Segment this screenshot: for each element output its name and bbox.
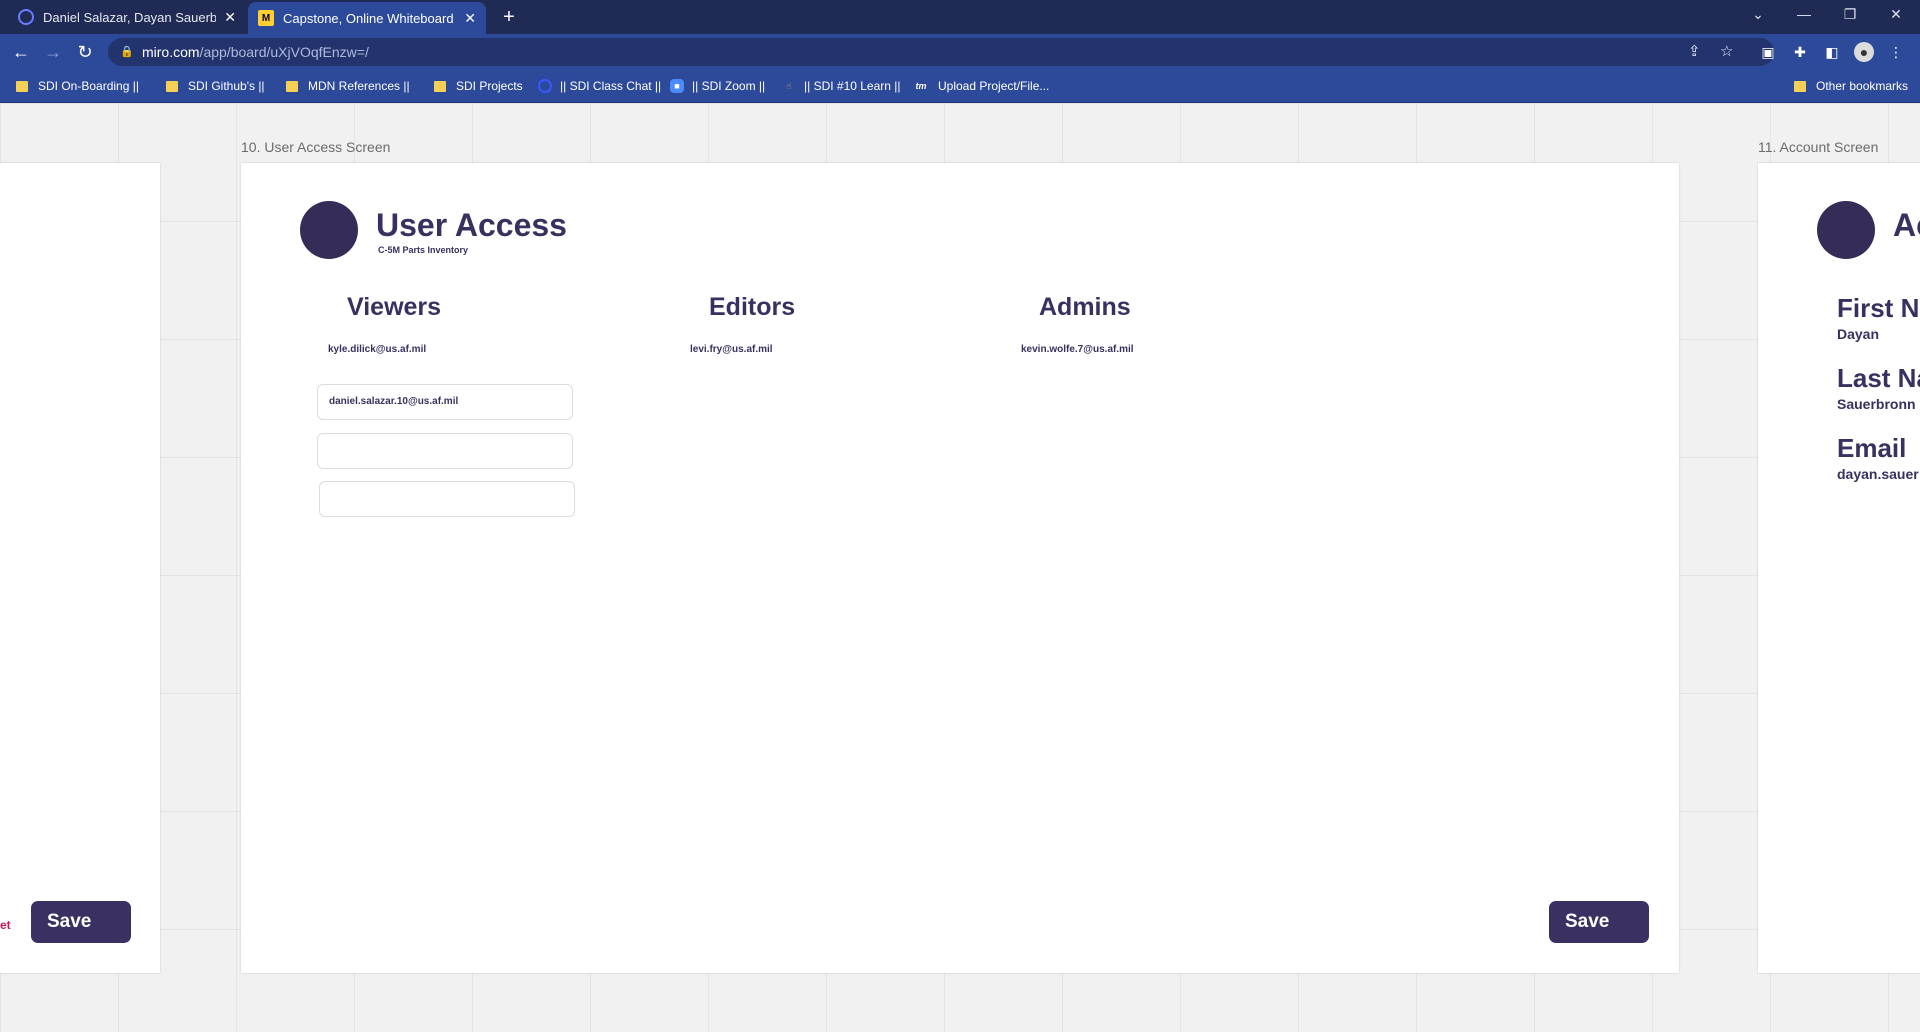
bookmark-item[interactable]: MDN References || <box>286 70 410 102</box>
bookmark-star-icon[interactable]: ☆ <box>1720 38 1733 66</box>
save-button[interactable]: Save <box>31 901 131 943</box>
bookmark-label: SDI Github's || <box>188 79 265 93</box>
url-path: /app/board/uXjVOqfEnzw=/ <box>199 44 369 60</box>
folder-icon <box>286 80 298 92</box>
browser-tab-bar: Daniel Salazar, Dayan Sauerbronn ✕ M Cap… <box>0 0 1920 34</box>
minimize-icon[interactable]: — <box>1784 0 1824 28</box>
last-name-value: Sauerbronn <box>1837 396 1916 412</box>
share-icon[interactable]: ⇪ <box>1688 38 1701 66</box>
back-icon[interactable]: ← <box>8 40 34 64</box>
bookmark-label: || SDI Zoom || <box>692 79 766 93</box>
reload-icon[interactable]: ↻ <box>72 40 98 64</box>
extension-icon[interactable]: ▣ <box>1758 42 1778 62</box>
bookmark-item[interactable]: || SDI Class Chat || <box>538 70 661 102</box>
forward-icon[interactable]: → <box>40 40 66 64</box>
bookmark-item[interactable]: SDI Github's || <box>166 70 265 102</box>
tab-title: Capstone, Online Whiteboard for <box>283 10 457 26</box>
page-subtitle: C-5M Parts Inventory <box>378 245 469 255</box>
viewer-email-input[interactable] <box>317 433 573 469</box>
editors-heading: Editors <box>709 293 796 321</box>
editor-email[interactable]: levi.fry@us.af.mil <box>690 344 773 355</box>
new-tab-button[interactable]: + <box>498 4 520 30</box>
save-button[interactable]: Save <box>1549 901 1649 943</box>
browser-tab[interactable]: Daniel Salazar, Dayan Sauerbronn ✕ <box>8 0 246 34</box>
zoom-icon: ■ <box>670 79 684 93</box>
puzzle-extensions-icon[interactable]: ✚ <box>1790 42 1810 62</box>
last-name-label: Last Na <box>1837 363 1920 393</box>
folder-icon <box>16 80 28 92</box>
logo-avatar <box>1817 201 1875 259</box>
folder-icon <box>434 80 446 92</box>
bookmark-label: Upload Project/File... <box>938 79 1050 93</box>
lock-icon: 🔒 <box>120 46 134 58</box>
bookmark-item[interactable]: SDI On-Boarding || <box>16 70 139 102</box>
folder-icon <box>166 80 178 92</box>
frame-title[interactable]: 10. User Access Screen <box>241 139 390 155</box>
bookmark-item[interactable]: SDI Projects <box>434 70 523 102</box>
bookmark-label: || SDI #10 Learn || <box>804 79 901 93</box>
tab-search-icon[interactable]: ⌄ <box>1738 0 1778 28</box>
first-name-label: First Na <box>1837 293 1920 323</box>
bookmark-label: MDN References || <box>308 79 410 93</box>
viewers-heading: Viewers <box>347 293 442 321</box>
bookmark-item[interactable]: ☝ || SDI #10 Learn || <box>782 70 901 102</box>
viewer-email-input[interactable]: daniel.salazar.10@us.af.mil <box>317 384 573 420</box>
whiteboard-canvas[interactable]: et Save 10. User Access Screen User Acce… <box>0 103 1920 1032</box>
previous-screen-frame[interactable]: et Save <box>0 163 160 973</box>
bookmarks-bar: SDI On-Boarding || SDI Github's || MDN R… <box>0 70 1920 103</box>
side-panel-icon[interactable]: ◧ <box>1822 42 1842 62</box>
miro-favicon-icon: M <box>258 10 274 26</box>
logo-avatar <box>300 201 358 259</box>
frame-title[interactable]: 11. Account Screen <box>1758 139 1878 155</box>
other-bookmarks[interactable]: Other bookmarks <box>1794 70 1908 102</box>
page-title: User Access <box>376 207 567 243</box>
user-access-frame[interactable]: User Access C-5M Parts Inventory Viewers… <box>241 163 1679 973</box>
first-name-value: Dayan <box>1837 326 1880 342</box>
url-host: miro.com <box>142 44 200 60</box>
bookmark-label: SDI Projects <box>456 79 523 93</box>
menu-kebab-icon[interactable]: ⋮ <box>1886 42 1906 62</box>
browser-toolbar: ← → ↻ 🔒 miro.com/app/board/uXjVOqfEnzw=/… <box>0 34 1920 70</box>
admins-heading: Admins <box>1039 293 1131 321</box>
viewer-email[interactable]: kyle.dilick@us.af.mil <box>328 344 426 355</box>
chat-icon <box>538 79 552 93</box>
close-window-icon[interactable]: ✕ <box>1876 0 1916 28</box>
learn-icon: ☝ <box>786 80 792 91</box>
folder-icon <box>1794 80 1806 92</box>
account-screen-frame[interactable]: Ac First Na Dayan Last Na Sauerbronn Ema… <box>1758 163 1920 973</box>
admin-email[interactable]: kevin.wolfe.7@us.af.mil <box>1021 344 1134 355</box>
bookmark-label: || SDI Class Chat || <box>560 79 662 93</box>
partial-link-text[interactable]: et <box>0 918 11 932</box>
address-bar[interactable]: 🔒 miro.com/app/board/uXjVOqfEnzw=/ ⇪ ☆ <box>108 38 1774 66</box>
close-tab-icon[interactable]: ✕ <box>224 9 236 26</box>
viewer-email-input[interactable] <box>319 481 575 517</box>
close-tab-icon[interactable]: ✕ <box>464 10 476 27</box>
page-title: Ac <box>1893 207 1920 243</box>
bookmark-item[interactable]: tm Upload Project/File... <box>912 70 1050 102</box>
tm-icon: tm <box>915 81 927 91</box>
bookmark-label: SDI On-Boarding || <box>38 79 139 93</box>
app-favicon-icon <box>18 9 34 25</box>
bookmark-item[interactable]: ■ || SDI Zoom || <box>670 70 765 102</box>
tab-title: Daniel Salazar, Dayan Sauerbronn <box>43 9 217 25</box>
bookmark-label: Other bookmarks <box>1816 79 1909 93</box>
email-value: dayan.sauer <box>1837 466 1919 482</box>
restore-icon[interactable]: ❐ <box>1830 0 1870 28</box>
email-label: Email <box>1837 433 1907 463</box>
browser-tab-active[interactable]: M Capstone, Online Whiteboard for ✕ <box>248 2 486 34</box>
profile-avatar[interactable]: ● <box>1854 42 1874 62</box>
